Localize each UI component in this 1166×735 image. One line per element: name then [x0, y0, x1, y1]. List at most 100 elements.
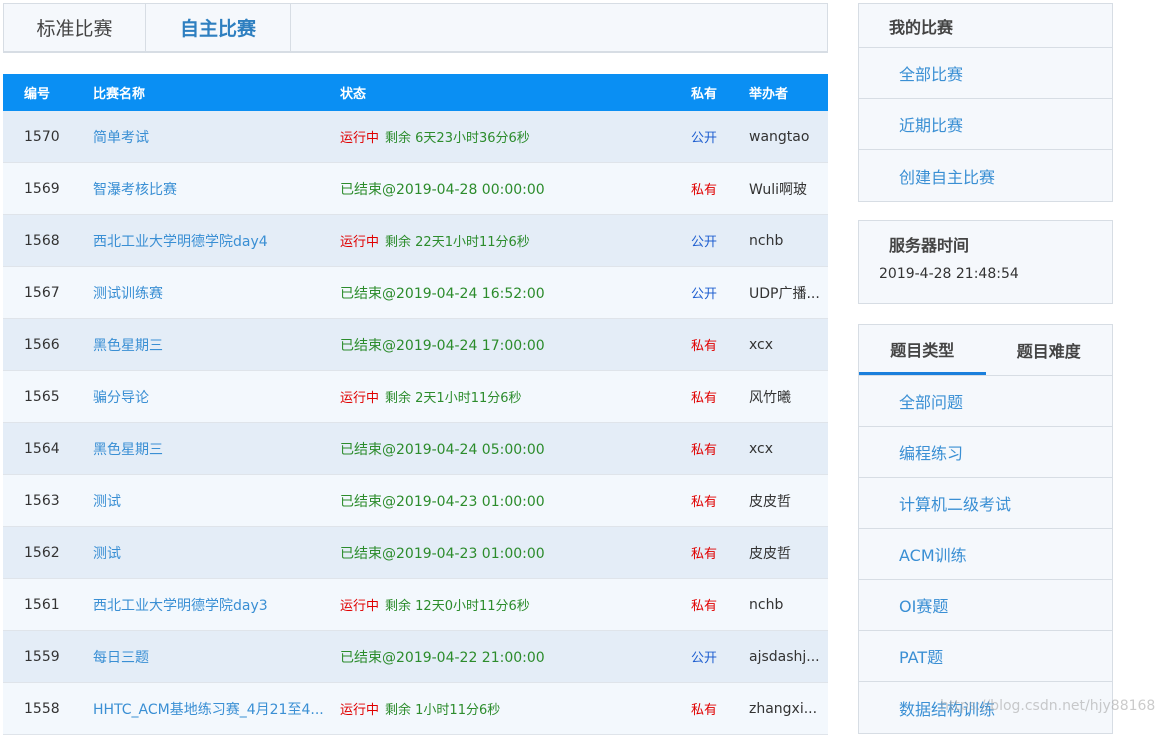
ended-time: 已结束@2019-04-23 01:00:00: [340, 493, 545, 510]
contest-name-link[interactable]: 测试: [93, 543, 329, 563]
table-row: 1558 HHTC_ACM基地练习赛_4月21至4... 运行中 剩余 1小时11分6…: [3, 683, 828, 735]
contest-name-link[interactable]: 测试训练赛: [93, 283, 329, 303]
contest-id: 1559: [24, 648, 60, 665]
host-name: 风竹曦: [749, 389, 791, 406]
table-row: 1566 黑色星期三 已结束@2019-04-24 17:00:00 私有 xcx: [3, 319, 828, 371]
header-id: 编号: [24, 87, 51, 102]
table-row: 1564 黑色星期三 已结束@2019-04-24 05:00:00 私有 xcx: [3, 423, 828, 475]
contest-name-link[interactable]: 黑色星期三: [93, 439, 329, 459]
menu-create-contest[interactable]: 创建自主比赛: [859, 150, 1112, 201]
menu-programming-practice[interactable]: 编程练习: [859, 427, 1112, 478]
my-contests-title: 我的比赛: [859, 4, 1112, 48]
tab-problem-difficulty[interactable]: 题目难度: [986, 325, 1113, 375]
table-row: 1569 智瀑考核比赛 已结束@2019-04-28 00:00:00 私有 Wuli啊…: [3, 163, 828, 215]
table-row: 1559 每日三题 已结束@2019-04-22 21:00:00 公开 ajsdash…: [3, 631, 828, 683]
contest-id: 1566: [24, 336, 60, 353]
running-tag: 运行中: [340, 391, 380, 406]
privacy-label: 私有: [691, 339, 718, 354]
menu-oi-problems[interactable]: OI赛题: [859, 580, 1112, 631]
contest-status: 运行中 剩余 2天1小时11分6秒: [340, 387, 670, 406]
contest-id: 1563: [24, 492, 60, 509]
header-name: 比赛名称: [93, 87, 146, 102]
contest-id: 1568: [24, 232, 60, 249]
contest-name-link[interactable]: 西北工业大学明德学院day4: [93, 231, 329, 251]
contest-table: 编号 比赛名称 状态 私有 举办者 1570 简单考试 运行中 剩余 6天23小时36…: [3, 74, 828, 735]
host-name: ajsdashj...: [749, 648, 820, 665]
running-tag: 运行中: [340, 599, 380, 614]
ended-time: 已结束@2019-04-24 05:00:00: [340, 441, 545, 458]
host-name: nchb: [749, 596, 784, 613]
menu-all-contests[interactable]: 全部比赛: [859, 48, 1112, 99]
header-status: 状态: [340, 87, 367, 102]
tab-custom-contest[interactable]: 自主比赛: [146, 4, 291, 51]
host-name: xcx: [749, 336, 774, 353]
remaining-time: 剩余 1小时11分6秒: [385, 703, 501, 718]
privacy-label: 私有: [691, 495, 718, 510]
my-contests-panel: 我的比赛 全部比赛 近期比赛 创建自主比赛: [858, 3, 1113, 202]
menu-pat-problems[interactable]: PAT题: [859, 631, 1112, 682]
host-name: 皮皮哲: [749, 545, 791, 562]
privacy-label: 私有: [691, 703, 718, 718]
server-time-panel: 服务器时间 2019-4-28 21:48:54: [858, 220, 1113, 304]
contest-name-link[interactable]: 黑色星期三: [93, 335, 329, 355]
server-time-title: 服务器时间: [889, 235, 970, 255]
menu-recent-contests[interactable]: 近期比赛: [859, 99, 1112, 150]
host-name: UDP广播...: [749, 285, 820, 302]
ended-time: 已结束@2019-04-24 16:52:00: [340, 285, 545, 302]
contest-status: 已结束@2019-04-23 01:00:00: [340, 543, 670, 563]
host-name: nchb: [749, 232, 784, 249]
header-host: 举办者: [749, 87, 789, 102]
contest-id: 1561: [24, 596, 60, 613]
menu-acm-training[interactable]: ACM训练: [859, 529, 1112, 580]
running-tag: 运行中: [340, 703, 380, 718]
contest-status: 运行中 剩余 12天0小时11分6秒: [340, 595, 670, 614]
remaining-time: 剩余 6天23小时36分6秒: [385, 131, 530, 146]
privacy-label: 公开: [691, 131, 718, 146]
table-body: 1570 简单考试 运行中 剩余 6天23小时36分6秒 公开 wangtao 1569 智瀑…: [3, 111, 828, 735]
host-name: Wuli啊玻: [749, 181, 807, 198]
contest-name-link[interactable]: 测试: [93, 491, 329, 511]
contest-id: 1567: [24, 284, 60, 301]
ended-time: 已结束@2019-04-23 01:00:00: [340, 545, 545, 562]
host-name: 皮皮哲: [749, 493, 791, 510]
table-row: 1567 测试训练赛 已结束@2019-04-24 16:52:00 公开 UDP广播.…: [3, 267, 828, 319]
contest-name-link[interactable]: 每日三题: [93, 647, 329, 667]
contest-id: 1564: [24, 440, 60, 457]
contest-status: 已结束@2019-04-28 00:00:00: [340, 179, 670, 199]
privacy-label: 私有: [691, 443, 718, 458]
table-row: 1565 骗分导论 运行中 剩余 2天1小时11分6秒 私有 风竹曦: [3, 371, 828, 423]
privacy-label: 公开: [691, 235, 718, 250]
ended-time: 已结束@2019-04-28 00:00:00: [340, 181, 545, 198]
contest-status: 已结束@2019-04-24 17:00:00: [340, 335, 670, 355]
contest-status: 已结束@2019-04-24 05:00:00: [340, 439, 670, 459]
contest-name-link[interactable]: HHTC_ACM基地练习赛_4月21至4...: [93, 699, 329, 719]
tab-standard-contest[interactable]: 标准比赛: [4, 4, 146, 51]
privacy-label: 公开: [691, 287, 718, 302]
contest-name-link[interactable]: 西北工业大学明德学院day3: [93, 595, 329, 615]
contest-name-link[interactable]: 智瀑考核比赛: [93, 179, 329, 199]
contest-id: 1558: [24, 700, 60, 717]
server-time-value: 2019-4-28 21:48:54: [879, 266, 1019, 282]
contest-id: 1565: [24, 388, 60, 405]
privacy-label: 私有: [691, 599, 718, 614]
menu-all-problems[interactable]: 全部问题: [859, 376, 1112, 427]
problem-category-panel: 题目类型 题目难度 全部问题 编程练习 计算机二级考试 ACM训练 OI赛题 P…: [858, 324, 1113, 734]
remaining-time: 剩余 12天0小时11分6秒: [385, 599, 530, 614]
contest-tabs: 标准比赛 自主比赛: [3, 3, 828, 53]
tab-problem-type[interactable]: 题目类型: [859, 325, 986, 375]
contest-status: 运行中 剩余 1小时11分6秒: [340, 699, 670, 718]
contest-name-link[interactable]: 骗分导论: [93, 387, 329, 407]
contest-id: 1562: [24, 544, 60, 561]
running-tag: 运行中: [340, 131, 380, 146]
menu-computer-level2[interactable]: 计算机二级考试: [859, 478, 1112, 529]
contest-name-link[interactable]: 简单考试: [93, 127, 329, 147]
contest-id: 1570: [24, 128, 60, 145]
header-privacy: 私有: [691, 87, 718, 102]
host-name: wangtao: [749, 128, 810, 145]
table-header: 编号 比赛名称 状态 私有 举办者: [3, 74, 828, 111]
privacy-label: 私有: [691, 391, 718, 406]
privacy-label: 公开: [691, 651, 718, 666]
privacy-label: 私有: [691, 183, 718, 198]
table-row: 1570 简单考试 运行中 剩余 6天23小时36分6秒 公开 wangtao: [3, 111, 828, 163]
contest-status: 运行中 剩余 22天1小时11分6秒: [340, 231, 670, 250]
